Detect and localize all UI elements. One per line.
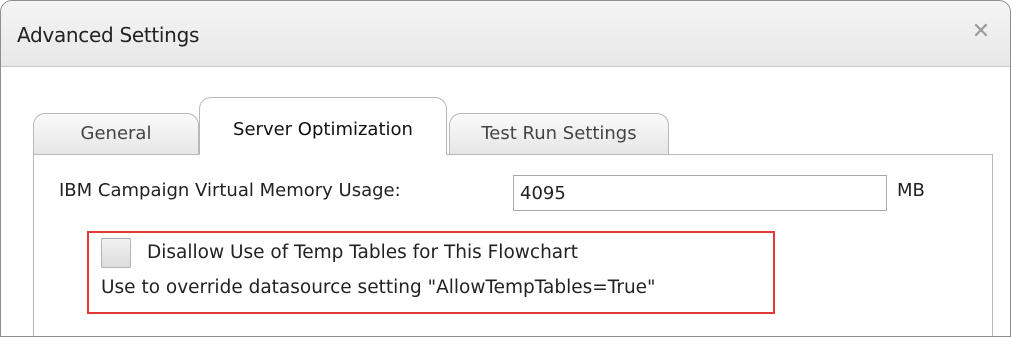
advanced-settings-dialog: Advanced Settings ✕ General Server Optim… bbox=[0, 0, 1011, 337]
dialog-titlebar: Advanced Settings ✕ bbox=[1, 1, 1010, 67]
memory-usage-input[interactable] bbox=[513, 175, 887, 211]
tab-general[interactable]: General bbox=[33, 113, 199, 154]
temp-tables-hint: Use to override datasource setting "Allo… bbox=[101, 277, 656, 298]
memory-usage-label: IBM Campaign Virtual Memory Usage: bbox=[59, 180, 401, 201]
disallow-temp-tables-label[interactable]: Disallow Use of Temp Tables for This Flo… bbox=[147, 242, 578, 263]
disallow-temp-tables-checkbox[interactable] bbox=[101, 238, 131, 268]
memory-unit-label: MB bbox=[897, 180, 925, 201]
dialog-title: Advanced Settings bbox=[17, 23, 200, 47]
tab-test-run-settings[interactable]: Test Run Settings bbox=[449, 113, 669, 154]
tab-server-optimization[interactable]: Server Optimization bbox=[199, 97, 447, 155]
close-icon[interactable]: ✕ bbox=[970, 21, 992, 43]
